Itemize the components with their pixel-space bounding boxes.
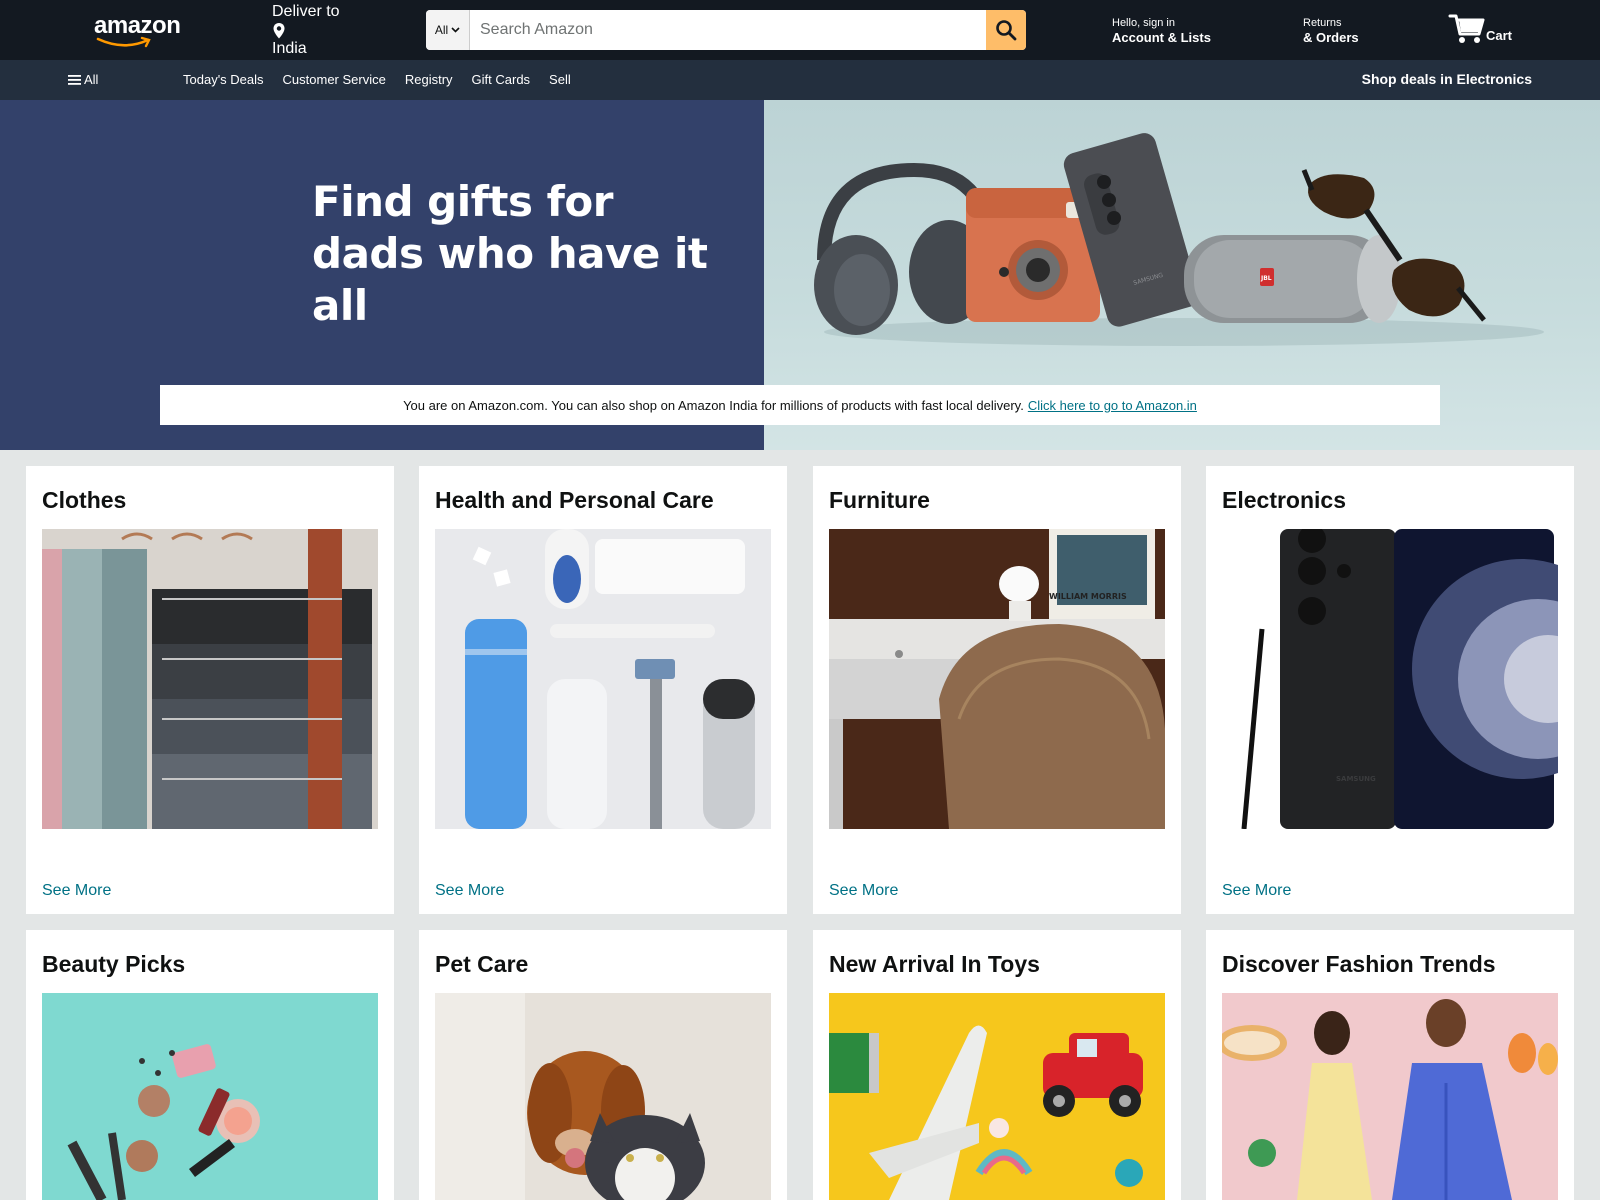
nav-link-registry[interactable]: Registry <box>405 72 453 87</box>
top-header: amazon Deliver to India All Hello <box>0 0 1600 60</box>
cart-button[interactable]: Cart <box>1448 12 1528 48</box>
card-title: Clothes <box>42 487 127 513</box>
location-pin-icon <box>273 23 285 39</box>
nav-link-customer-service[interactable]: Customer Service <box>283 72 386 87</box>
search-bar: All <box>426 10 1026 50</box>
cart-label: Cart <box>1486 28 1513 43</box>
card-title: Pet Care <box>435 951 529 977</box>
search-button[interactable] <box>986 10 1026 50</box>
category-card-pet-care[interactable]: Pet Care <box>419 930 787 1200</box>
fashion-image[interactable] <box>1222 993 1558 1200</box>
see-more-link[interactable]: See More <box>42 882 111 900</box>
furniture-print-caption: WILLIAM MORRIS <box>1049 592 1127 601</box>
electronics-image[interactable]: SAMSUNG <box>1222 529 1558 829</box>
orders-label: & Orders <box>1303 30 1359 45</box>
deliver-country: India <box>272 40 307 57</box>
category-card-fashion[interactable]: Discover Fashion Trends <box>1206 930 1574 1200</box>
desk-chair-photo: WILLIAM MORRIS <box>829 529 1165 829</box>
search-department-label: All <box>434 23 449 37</box>
hero-speaker-brand: JBL <box>1260 275 1272 282</box>
clothes-hanger-photo <box>42 529 378 829</box>
search-input[interactable] <box>470 10 986 50</box>
category-card-furniture[interactable]: Furniture WILLIAM MORRIS See More <box>813 466 1181 914</box>
nav-link-gift-cards[interactable]: Gift Cards <box>472 72 531 87</box>
category-card-health[interactable]: Health and Personal Care See More <box>419 466 787 914</box>
pet-care-image[interactable] <box>435 993 771 1200</box>
health-care-image[interactable] <box>435 529 771 829</box>
logo-smile-icon <box>96 36 151 48</box>
clothes-image[interactable] <box>42 529 378 829</box>
account-menu[interactable]: Hello, sign in Account & Lists <box>1112 16 1211 46</box>
amazon-india-link[interactable]: Click here to go to Amazon.in <box>1028 398 1197 413</box>
category-card-beauty[interactable]: Beauty Picks <box>26 930 394 1200</box>
search-icon <box>996 20 1017 41</box>
hero-headline-line1: Find gifts for <box>312 177 613 226</box>
card-title: New Arrival In Toys <box>829 951 1040 977</box>
fashion-models-photo <box>1222 993 1558 1200</box>
electronics-phone-brand: SAMSUNG <box>1336 775 1376 783</box>
hamburger-menu-icon <box>68 74 81 85</box>
toys-image[interactable] <box>829 993 1165 1200</box>
returns-orders[interactable]: Returns & Orders <box>1303 16 1359 46</box>
card-title: Beauty Picks <box>42 951 186 977</box>
see-more-link[interactable]: See More <box>1222 882 1291 900</box>
returns-label: Returns <box>1303 17 1342 29</box>
all-menu-label: All <box>84 72 99 87</box>
amazon-logo[interactable]: amazon <box>94 14 184 50</box>
category-card-electronics[interactable]: Electronics SAMSUNG See More <box>1206 466 1574 914</box>
see-more-link[interactable]: See More <box>829 882 898 900</box>
speaker-image: JBL <box>1184 235 1401 323</box>
hero-headline: Find gifts for dads who have it all <box>312 176 732 332</box>
card-title: Furniture <box>829 487 930 513</box>
card-title: Discover Fashion Trends <box>1222 951 1496 977</box>
amazon-india-notice: You are on Amazon.com. You can also shop… <box>160 385 1440 425</box>
nav-link-todays-deals[interactable]: Today's Deals <box>183 72 264 87</box>
notice-text: You are on Amazon.com. You can also shop… <box>403 397 1024 413</box>
nav-link-sell[interactable]: Sell <box>549 72 571 87</box>
card-title: Health and Personal Care <box>435 487 714 513</box>
cart-icon <box>1448 14 1485 43</box>
subnav-links: Today's Deals Customer Service Registry … <box>183 72 571 87</box>
search-department-select[interactable]: All <box>426 10 470 50</box>
smartphone-photo: SAMSUNG <box>1222 529 1558 829</box>
category-card-clothes[interactable]: Clothes See More <box>26 466 394 914</box>
makeup-photo <box>42 993 378 1200</box>
toiletries-photo <box>435 529 771 829</box>
deliver-label: Deliver to <box>272 3 340 20</box>
hero-headline-line2: dads who have it all <box>312 229 708 330</box>
deliver-to[interactable]: Deliver to India <box>272 2 392 58</box>
category-card-toys[interactable]: New Arrival In Toys <box>813 930 1181 1200</box>
electronics-deals-link[interactable]: Shop deals in Electronics <box>1362 71 1532 87</box>
beauty-image[interactable] <box>42 993 378 1200</box>
chevron-down-icon <box>451 27 460 33</box>
see-more-link[interactable]: See More <box>435 882 504 900</box>
sub-navigation: All Today's Deals Customer Service Regis… <box>0 60 1600 100</box>
account-lists-label: Account & Lists <box>1112 30 1211 45</box>
hero-banner[interactable]: Find gifts for dads who have it all SAMS… <box>0 100 1600 450</box>
furniture-image[interactable]: WILLIAM MORRIS <box>829 529 1165 829</box>
all-menu-button[interactable]: All <box>68 72 98 87</box>
headphones-image <box>814 162 999 335</box>
toys-photo <box>829 993 1165 1200</box>
dog-cat-photo <box>435 993 771 1200</box>
account-greeting: Hello, sign in <box>1112 17 1175 29</box>
card-title: Electronics <box>1222 487 1346 513</box>
logo-text: amazon <box>94 12 181 39</box>
